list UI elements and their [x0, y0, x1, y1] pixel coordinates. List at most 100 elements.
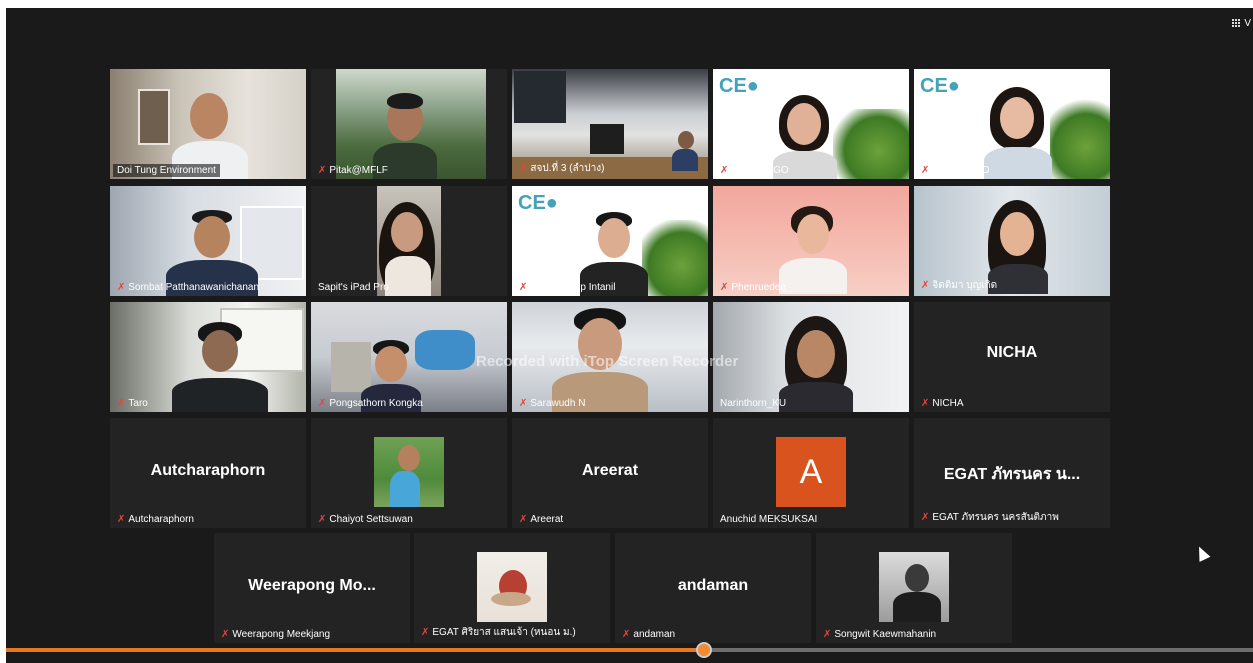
participant-name-label: Anuchid MEKSUKSAI	[720, 514, 818, 525]
participant-name-label: Narinthorn_KU	[720, 398, 787, 409]
participant-name-label: ✗ Pongsathorn Kongka	[318, 398, 423, 409]
participant-display-name: EGAT ภัทรนคร น...	[943, 466, 1081, 483]
plant	[1050, 99, 1110, 179]
video-tile-egat-pattaranakorn[interactable]: EGAT ภัทรนคร น... ✗ EGAT ภัทรนคร นครสันติ…	[914, 418, 1110, 528]
participant-name-label: ✗ Chaiyot Settsuwan	[318, 514, 413, 525]
participant-name-label: ✗ EGAT ภัทรนคร นครสันติภาพ	[921, 512, 1059, 523]
video-tile-anuchid[interactable]: A Anuchid MEKSUKSAI	[713, 418, 909, 528]
video-tile-egat-siriyat[interactable]: ✗ EGAT ศิริยาส แสนเจ้า (หนอน ม.)	[414, 533, 610, 643]
video-tile-areerat[interactable]: Areerat ✗ Areerat	[512, 418, 708, 528]
plant	[642, 220, 708, 296]
video-tile-narinthorn[interactable]: Narinthorn_KU	[713, 302, 909, 412]
participant-video	[110, 69, 306, 179]
video-tile-songwit[interactable]: ✗ Songwit Kaewmahanin	[816, 533, 1012, 643]
participant-video	[110, 186, 306, 296]
muted-mic-icon: ✗	[720, 165, 729, 176]
participant-display-name: Autcharaphorn	[150, 462, 266, 479]
participant-video: CE●	[713, 69, 909, 179]
participant-name-label: ✗ Autcharaphorn	[117, 514, 194, 525]
profile-photo	[477, 552, 547, 622]
mouse-cursor-icon	[1193, 544, 1211, 562]
participant-name-label: ✗ Areerat	[519, 514, 564, 525]
video-tile-nicha[interactable]: NICHA ✗ NICHA	[914, 302, 1110, 412]
video-tile-taro[interactable]: ✗ Taro	[110, 302, 306, 412]
muted-mic-icon: ✗	[221, 629, 230, 640]
shadow	[491, 592, 531, 606]
participant-name-label: ✗ Phenruedee	[720, 282, 786, 293]
participant-video: CE●	[914, 69, 1110, 179]
video-tile-sapit[interactable]: Sapit's iPad Pro	[311, 186, 507, 296]
video-tile-pranee[interactable]: CE● ✗ Pranee-TGO	[713, 69, 909, 179]
profile-photo	[374, 437, 444, 507]
participant-name-label: ✗ Sombat Patthanawanichanan	[117, 282, 260, 293]
muted-mic-icon: ✗	[117, 282, 126, 293]
participant-display-name: Weerapong Mo...	[248, 577, 376, 594]
video-tile-jittima[interactable]: ✗ จิตติมา บุญเกิด	[914, 186, 1110, 296]
participant-name-label: ✗ siriporn TGO	[921, 165, 990, 176]
muted-mic-icon: ✗	[117, 398, 126, 409]
muted-mic-icon: ✗	[117, 514, 126, 525]
profile-photo	[879, 552, 949, 622]
muted-mic-icon: ✗	[519, 163, 528, 174]
participant-video	[377, 186, 441, 296]
video-tile-weerapong[interactable]: Weerapong Mo... ✗ Weerapong Meekjang	[214, 533, 410, 643]
progress-knob[interactable]	[696, 642, 713, 658]
participant-display-name: Areerat	[581, 462, 639, 479]
participant-name-label: ✗ Pranee-TGO	[720, 165, 789, 176]
participant-name-label: ✗ จิตติมา บุญเกิด	[921, 280, 998, 291]
participant-video: CE●	[512, 186, 708, 296]
participant-name-label: Doi Tung Environment	[113, 164, 220, 177]
progress-fill	[6, 648, 705, 652]
video-tile-punlop[interactable]: CE● ✗ TGO Punlop Intanil	[512, 186, 708, 296]
bookshelf	[138, 89, 170, 145]
participant-video	[110, 302, 306, 412]
video-tile-doi-tung[interactable]: Doi Tung Environment	[110, 69, 306, 179]
plant	[833, 109, 909, 179]
participant-video	[713, 302, 909, 412]
participant-display-name: NICHA	[986, 344, 1038, 361]
view-label: V	[1244, 18, 1251, 29]
meeting-window: V Doi Tung Environment ✗ Pitak@MFLF ✗ สจ…	[6, 8, 1253, 663]
muted-mic-icon: ✗	[318, 165, 327, 176]
video-tile-andaman[interactable]: andaman ✗ andaman	[615, 533, 811, 643]
muted-mic-icon: ✗	[921, 165, 930, 176]
muted-mic-icon: ✗	[519, 282, 528, 293]
muted-mic-icon: ✗	[519, 514, 528, 525]
video-tile-siriporn[interactable]: CE● ✗ siriporn TGO	[914, 69, 1110, 179]
participant-video	[713, 186, 909, 296]
avatar: A	[776, 437, 846, 507]
participant-name-label: ✗ Weerapong Meekjang	[221, 629, 331, 640]
tgo-logo: CE●	[920, 75, 960, 97]
video-tile-pitak[interactable]: ✗ Pitak@MFLF	[311, 69, 507, 179]
tgo-logo: CE●	[518, 192, 558, 214]
window	[514, 71, 566, 123]
boxes	[331, 342, 371, 392]
view-toggle-button[interactable]: V	[1232, 18, 1251, 29]
muted-mic-icon: ✗	[921, 280, 930, 291]
participant-name-label: Sapit's iPad Pro	[318, 282, 389, 293]
video-tile-sajapo3[interactable]: ✗ สจป.ที่ 3 (ลำปาง)	[512, 69, 708, 179]
participant-name-label: ✗ Pitak@MFLF	[318, 165, 388, 176]
participant-name-label: ✗ EGAT ศิริยาส แสนเจ้า (หนอน ม.)	[421, 627, 576, 638]
playback-progress-bar[interactable]	[6, 642, 1253, 658]
video-tile-sombat[interactable]: ✗ Sombat Patthanawanichanan	[110, 186, 306, 296]
video-tile-chaiyot[interactable]: ✗ Chaiyot Settsuwan	[311, 418, 507, 528]
participant-display-name: andaman	[677, 577, 749, 594]
muted-mic-icon: ✗	[318, 514, 327, 525]
muted-mic-icon: ✗	[622, 629, 631, 640]
tgo-logo: CE●	[719, 75, 759, 97]
blue-bag	[415, 330, 475, 370]
participant-name-label: ✗ NICHA	[921, 398, 964, 409]
muted-mic-icon: ✗	[720, 282, 729, 293]
participant-video	[336, 69, 486, 179]
video-tile-autcharaphorn[interactable]: Autcharaphorn ✗ Autcharaphorn	[110, 418, 306, 528]
participant-name-label: ✗ Songwit Kaewmahanin	[823, 629, 937, 640]
monitor	[590, 124, 624, 154]
muted-mic-icon: ✗	[421, 627, 430, 638]
participant-name-label: ✗ andaman	[622, 629, 676, 640]
recording-watermark: Recorded with iTop Screen Recorder	[476, 353, 739, 370]
muted-mic-icon: ✗	[519, 398, 528, 409]
video-tile-phenruedee[interactable]: ✗ Phenruedee	[713, 186, 909, 296]
grid-view-icon	[1232, 19, 1241, 28]
participant-name-label: ✗ Sarawudh N	[519, 398, 586, 409]
